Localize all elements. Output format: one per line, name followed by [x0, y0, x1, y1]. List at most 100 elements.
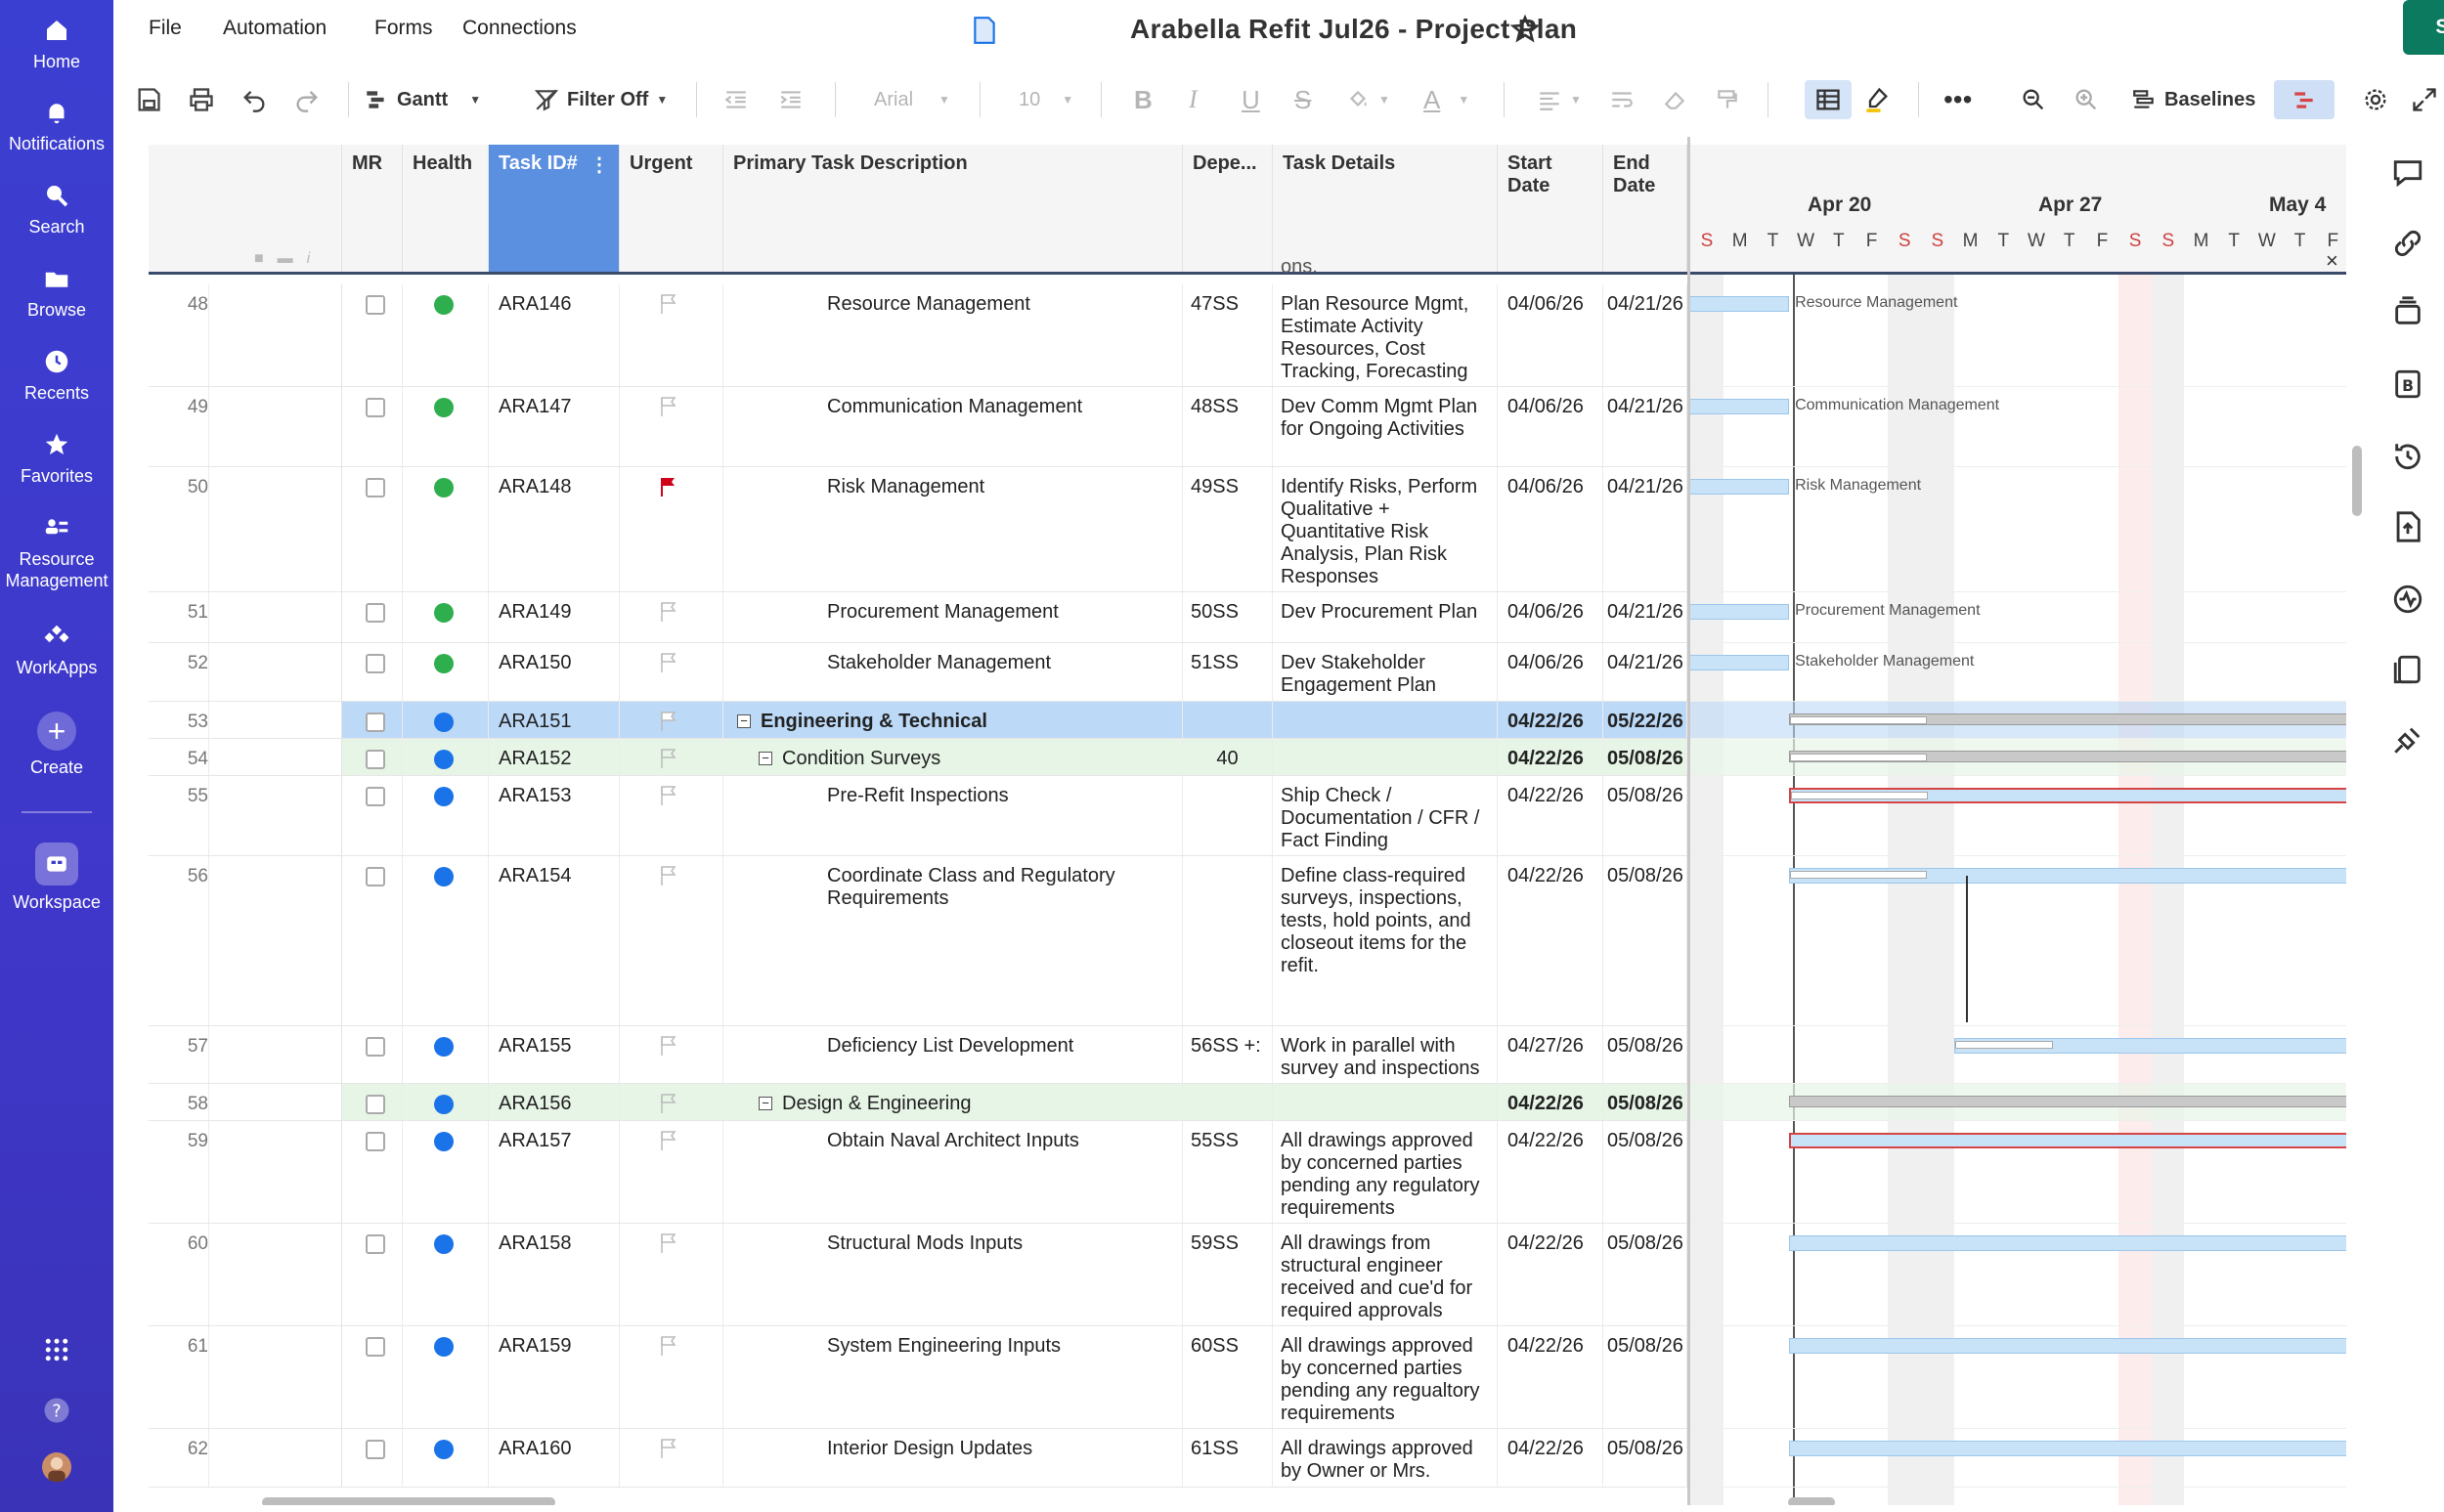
start-date-cell[interactable]: 04/22/26 [1498, 776, 1603, 855]
urgent-flag-cell[interactable] [620, 1026, 723, 1083]
task-details-cell[interactable]: All drawings from structural engineer re… [1273, 1224, 1498, 1325]
table-row[interactable]: 61 ARA159 System Engineering Inputs 60SS All… [149, 1326, 1687, 1429]
mr-checkbox[interactable] [366, 750, 385, 769]
start-date-cell[interactable]: 04/22/26 [1498, 739, 1603, 775]
zoom-out-button[interactable] [2020, 80, 2047, 119]
baselines-button[interactable]: Baselines [2131, 80, 2255, 119]
primary-task-cell[interactable]: Deficiency List Development [723, 1026, 1183, 1083]
mr-checkbox-cell[interactable] [342, 702, 403, 738]
table-row[interactable]: 60 ARA158 Structural Mods Inputs 59SS All dr… [149, 1224, 1687, 1326]
dependency-cell[interactable] [1183, 702, 1273, 738]
task-id-cell[interactable]: ARA157 [489, 1121, 620, 1223]
mr-checkbox[interactable] [366, 1337, 385, 1357]
table-row[interactable]: 51 ARA149 Procurement Management 50SS Dev Pr… [149, 592, 1687, 643]
gantt-bar[interactable] [1789, 1338, 2346, 1354]
urgent-flag-cell[interactable] [620, 856, 723, 1025]
task-details-cell[interactable]: Identify Risks, Perform Qualitative + Qu… [1273, 467, 1498, 591]
task-details-cell[interactable] [1273, 739, 1498, 775]
end-date-cell[interactable]: 05/08/26 [1603, 1121, 1687, 1223]
start-date-cell[interactable]: 04/22/26 [1498, 1224, 1603, 1325]
urgent-flag-cell[interactable] [620, 1429, 723, 1487]
end-date-cell[interactable]: 04/21/26 [1603, 284, 1687, 386]
table-row[interactable]: 53 ARA151 − Engineering & Technical 04/22/26… [149, 702, 1687, 739]
task-id-cell[interactable]: ARA159 [489, 1326, 620, 1428]
undo-button[interactable] [240, 80, 268, 119]
nav-home[interactable]: Home [0, 16, 113, 72]
gantt-bar[interactable] [1690, 655, 1790, 670]
task-details-cell[interactable]: Ship Check / Documentation / CFR / Fact … [1273, 776, 1498, 855]
table-row[interactable]: 50 ARA148 Risk Management 49SS Identify Risk… [149, 467, 1687, 592]
nav-browse[interactable]: Browse [0, 264, 113, 321]
header-dependencies[interactable]: Depe... [1183, 145, 1273, 272]
column-menu-icon[interactable]: ⋮ [589, 152, 609, 177]
urgent-flag-cell[interactable] [620, 592, 723, 642]
task-id-cell[interactable]: ARA152 [489, 739, 620, 775]
start-date-cell[interactable]: 04/22/26 [1498, 702, 1603, 738]
dependency-cell[interactable] [1183, 1084, 1273, 1120]
primary-task-cell[interactable]: − Condition Surveys [723, 739, 1183, 775]
dependency-cell[interactable]: 56SS +: [1183, 1026, 1273, 1083]
urgent-flag-cell[interactable] [620, 776, 723, 855]
task-id-cell[interactable]: ARA148 [489, 467, 620, 591]
mr-checkbox-cell[interactable] [342, 467, 403, 591]
primary-task-cell[interactable]: − Engineering & Technical [723, 702, 1183, 738]
collapse-toggle-icon[interactable]: − [737, 714, 751, 728]
fullscreen-button[interactable] [2411, 80, 2438, 119]
fill-color-button[interactable]: ▼ [1345, 80, 1390, 119]
dependency-cell[interactable]: 55SS [1183, 1121, 1273, 1223]
zoom-in-button[interactable] [2073, 80, 2100, 119]
task-id-cell[interactable]: ARA149 [489, 592, 620, 642]
end-date-cell[interactable]: 04/21/26 [1603, 592, 1687, 642]
task-details-cell[interactable]: Dev Comm Mgmt Plan for Ongoing Activitie… [1273, 387, 1498, 466]
dependency-cell[interactable]: 48SS [1183, 387, 1273, 466]
primary-task-cell[interactable]: Coordinate Class and Regulatory Requirem… [723, 856, 1183, 1025]
dependency-cell[interactable]: 51SS [1183, 643, 1273, 701]
urgent-flag-cell[interactable] [620, 284, 723, 386]
health-cell[interactable] [403, 387, 489, 466]
outdent-button[interactable] [723, 80, 749, 119]
start-date-cell[interactable]: 04/22/26 [1498, 1084, 1603, 1120]
mr-checkbox-cell[interactable] [342, 1026, 403, 1083]
vertical-scrollbar[interactable] [2352, 446, 2362, 516]
mr-checkbox[interactable] [366, 867, 385, 886]
mr-checkbox[interactable] [366, 787, 385, 806]
task-id-cell[interactable]: ARA153 [489, 776, 620, 855]
strikethrough-button[interactable]: S [1294, 80, 1311, 119]
share-button[interactable]: Share ▼ [2403, 0, 2444, 55]
start-date-cell[interactable]: 04/22/26 [1498, 1326, 1603, 1428]
critical-path-toggle[interactable] [2274, 80, 2335, 119]
text-color-button[interactable]: A ▼ [1423, 80, 1469, 119]
table-row[interactable]: 59 ARA157 Obtain Naval Architect Inputs 55S… [149, 1121, 1687, 1224]
header-task-details[interactable]: Task Details [1273, 145, 1498, 272]
font-selector[interactable]: Arial ▼ [874, 80, 950, 119]
end-date-cell[interactable]: 05/08/26 [1603, 1224, 1687, 1325]
header-start-date[interactable]: Start Date [1498, 145, 1603, 272]
mr-checkbox-cell[interactable] [342, 1429, 403, 1487]
primary-task-cell[interactable]: Pre-Refit Inspections [723, 776, 1183, 855]
urgent-flag-cell[interactable] [620, 702, 723, 738]
font-size-selector[interactable]: 10 ▼ [1019, 80, 1073, 119]
print-button[interactable] [188, 80, 215, 119]
mr-checkbox[interactable] [366, 295, 385, 315]
task-id-cell[interactable]: ARA158 [489, 1224, 620, 1325]
nav-create[interactable]: + Create [0, 712, 113, 778]
task-details-cell[interactable]: Define class-required surveys, inspectio… [1273, 856, 1498, 1025]
dependency-cell[interactable]: 50SS [1183, 592, 1273, 642]
end-date-cell[interactable]: 05/08/26 [1603, 1084, 1687, 1120]
nav-resource-management[interactable]: Resource Management [0, 513, 113, 591]
nav-favorites[interactable]: Favorites [0, 430, 113, 487]
start-date-cell[interactable]: 04/06/26 [1498, 467, 1603, 591]
layers-icon[interactable] [2391, 295, 2424, 328]
health-cell[interactable] [403, 702, 489, 738]
dependency-cell[interactable]: 49SS [1183, 467, 1273, 591]
health-cell[interactable] [403, 1084, 489, 1120]
dependency-cell[interactable]: 60SS [1183, 1326, 1273, 1428]
help-button[interactable]: ? [0, 1396, 113, 1425]
align-button[interactable]: ▼ [1537, 80, 1582, 119]
link-icon[interactable] [2391, 227, 2424, 260]
primary-task-cell[interactable]: Risk Management [723, 467, 1183, 591]
dependency-cell[interactable]: 59SS [1183, 1224, 1273, 1325]
end-date-cell[interactable]: 04/21/26 [1603, 643, 1687, 701]
end-date-cell[interactable]: 05/08/26 [1603, 776, 1687, 855]
task-id-cell[interactable]: ARA154 [489, 856, 620, 1025]
